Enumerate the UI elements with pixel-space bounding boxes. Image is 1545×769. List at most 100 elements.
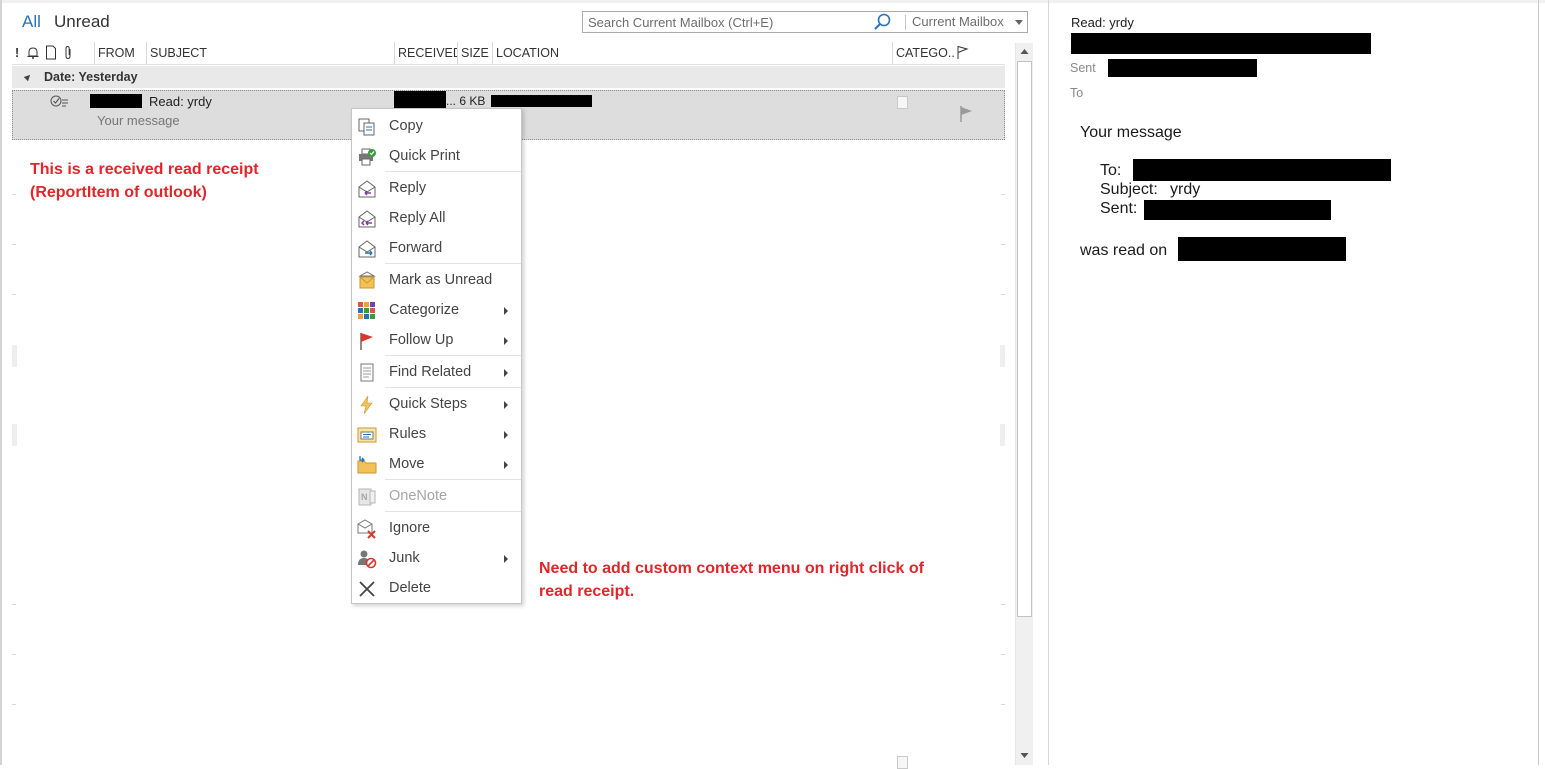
search-icon[interactable]: [873, 13, 893, 31]
redacted-read-date: [1178, 237, 1346, 261]
filter-unread-tab[interactable]: Unread: [54, 12, 110, 32]
receipt-subject-label: Subject:: [1100, 181, 1158, 198]
menu-item-label: Forward: [389, 240, 443, 256]
menu-item-reply[interactable]: Reply: [352, 173, 521, 203]
menu-item-label: Categorize: [389, 302, 460, 318]
submenu-arrow-icon: [504, 401, 508, 409]
list-divider: [12, 294, 16, 295]
reply-icon: [357, 179, 377, 199]
column-subject[interactable]: SUBJECT: [146, 42, 394, 64]
category-box: [897, 756, 908, 769]
scrollbar-thumb[interactable]: [1017, 61, 1032, 617]
rules-icon: [357, 425, 377, 445]
annotation-line: Need to add custom context menu on right…: [539, 560, 924, 577]
list-divider: [12, 194, 16, 195]
menu-item-reply-all[interactable]: Reply All: [352, 203, 521, 233]
scroll-down-arrow-icon[interactable]: [1016, 747, 1033, 764]
filter-all-tab[interactable]: All: [22, 12, 41, 32]
menu-item-label: Reply: [389, 180, 427, 196]
redacted-received: [394, 91, 446, 108]
list-divider: [1000, 345, 1005, 367]
column-importance[interactable]: !: [12, 42, 21, 64]
message-list-scrollbar[interactable]: [1015, 43, 1033, 765]
quick-steps-icon: [357, 395, 377, 415]
follow-up-flag-icon[interactable]: [959, 105, 973, 128]
redacted-sent-date: [1108, 59, 1257, 77]
menu-item-delete[interactable]: Delete: [352, 573, 521, 603]
window-top-edge: [0, 0, 1545, 3]
annotation-custom-menu: Need to add custom context menu on right…: [539, 557, 979, 603]
menu-separator: [385, 387, 521, 388]
window-left-edge: [0, 0, 2, 765]
menu-item-rules[interactable]: Rules: [352, 419, 521, 449]
menu-item-label: Reply All: [389, 210, 446, 226]
message-preview: Your message: [97, 113, 180, 128]
category-box[interactable]: [897, 96, 908, 109]
menu-item-label: Move: [389, 456, 425, 472]
list-divider: [12, 345, 17, 367]
find-related-icon: [357, 363, 377, 383]
menu-separator: [385, 511, 521, 512]
menu-item-move[interactable]: Move: [352, 449, 521, 479]
menu-item-label: Copy: [389, 118, 423, 134]
sent-label: Sent: [1070, 61, 1096, 75]
submenu-arrow-icon: [504, 555, 508, 563]
list-divider: [1001, 654, 1005, 655]
search-scope-label: Current Mailbox: [912, 14, 1004, 29]
list-divider: [1000, 424, 1005, 446]
menu-item-label: Ignore: [389, 520, 431, 536]
redacted-recipient: [1133, 159, 1391, 181]
menu-item-label: Quick Steps: [389, 396, 468, 412]
redacted-receipt-sent: [1144, 200, 1331, 220]
list-divider: [1001, 194, 1005, 195]
search-scope-dropdown[interactable]: Current Mailbox: [907, 12, 1027, 32]
menu-item-copy[interactable]: Copy: [352, 111, 521, 141]
categorize-icon: [357, 301, 377, 321]
receipt-to-label: To:: [1100, 162, 1122, 179]
menu-item-quick-steps[interactable]: Quick Steps: [352, 389, 521, 419]
menu-item-label: Junk: [389, 550, 420, 566]
search-input[interactable]: [583, 12, 906, 32]
menu-item-follow-up[interactable]: Follow Up: [352, 325, 521, 355]
menu-separator: [385, 479, 521, 480]
group-label: Date: Yesterday: [44, 70, 138, 84]
reminder-bell-icon[interactable]: [26, 46, 40, 63]
menu-item-categorize[interactable]: Categorize: [352, 295, 521, 325]
receipt-sent-label: Sent:: [1100, 200, 1138, 217]
menu-item-ignore[interactable]: Ignore: [352, 513, 521, 543]
reading-pane-splitter[interactable]: [1048, 0, 1049, 765]
menu-item-find-related[interactable]: Find Related: [352, 357, 521, 387]
forward-icon: [357, 239, 377, 259]
menu-item-label: Rules: [389, 426, 427, 442]
flag-status-column-icon[interactable]: [956, 45, 970, 63]
menu-item-quick-print[interactable]: Quick Print: [352, 141, 521, 171]
menu-item-mark-as-unread[interactable]: Mark as Unread: [352, 265, 521, 295]
menu-item-forward[interactable]: Forward: [352, 233, 521, 263]
column-received[interactable]: RECEIVED: [394, 42, 457, 64]
delete-icon: [357, 579, 377, 599]
menu-item-junk[interactable]: Junk: [352, 543, 521, 573]
menu-separator: [385, 171, 521, 172]
scroll-up-arrow-icon[interactable]: [1016, 43, 1033, 60]
list-divider: [1001, 704, 1005, 705]
column-location[interactable]: LOCATION: [492, 42, 892, 64]
collapse-triangle-icon[interactable]: [23, 72, 33, 82]
submenu-arrow-icon: [504, 431, 508, 439]
column-categories[interactable]: CATEGO...: [892, 42, 954, 64]
list-divider: [12, 704, 16, 705]
submenu-arrow-icon: [504, 337, 508, 345]
context-menu: Copy Quick Print Reply Reply All Forward…: [351, 108, 522, 604]
list-divider: [12, 604, 16, 605]
annotation-line: (ReportItem of outlook): [30, 184, 207, 201]
list-divider: [12, 654, 16, 655]
menu-separator: [385, 355, 521, 356]
quick-print-icon: [357, 147, 377, 167]
group-header-yesterday[interactable]: Date: Yesterday: [12, 66, 1005, 88]
column-from[interactable]: FROM: [94, 42, 146, 64]
menu-item-label: Find Related: [389, 364, 472, 380]
item-type-icon[interactable]: [45, 45, 57, 63]
column-size[interactable]: SIZE: [457, 42, 492, 64]
annotation-line: This is a received read receipt: [30, 161, 259, 178]
menu-item-label: OneNote: [389, 488, 448, 504]
attachment-icon[interactable]: [63, 45, 73, 63]
